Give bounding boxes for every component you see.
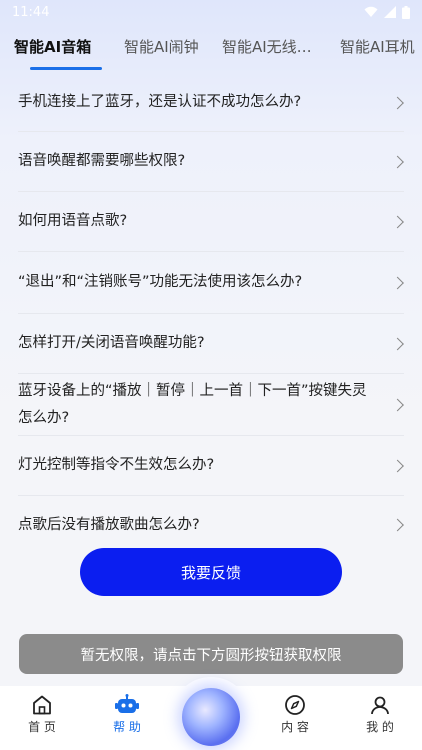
user-icon [371,696,389,715]
chevron-right-icon [391,215,404,228]
faq-list: 手机连接上了蓝牙，还是认证不成功怎么办? 语音唤醒都需要哪些权限? 如何用语音点… [0,74,422,554]
chevron-right-icon [391,398,404,411]
voice-assistant-button[interactable] [182,688,240,746]
status-icons [364,5,410,19]
signal-icon [384,6,396,18]
feedback-button[interactable]: 我要反馈 [80,548,342,596]
tab-smart-wireless[interactable]: 智能AI无线… [222,30,334,57]
tab-smart-earphone[interactable]: 智能AI耳机 [340,30,415,57]
compass-icon [285,695,305,715]
nav-help[interactable]: 帮 助 [97,694,157,735]
chevron-right-icon [391,518,404,532]
tab-label: 智能AI无线… [222,38,312,56]
status-bar: 11:44 [0,0,422,24]
home-icon [33,695,51,715]
tab-label: 智能AI音箱 [14,38,92,56]
tab-smart-alarm[interactable]: 智能AI闹钟 [124,30,222,57]
tab-smart-speaker[interactable]: 智能AI音箱 [14,30,118,70]
faq-question: 点歌后没有播放歌曲怎么办? [18,516,200,533]
nav-label: 内 容 [281,720,309,734]
chevron-right-icon [391,276,404,289]
faq-item[interactable]: 手机连接上了蓝牙，还是认证不成功怎么办? [18,74,404,132]
category-tabs: 智能AI音箱 智能AI闹钟 智能AI无线… 智能AI耳机 [0,30,422,76]
faq-question: 蓝牙设备上的“播放｜暂停｜上一首｜下一首”按键失灵怎么办? [18,382,367,426]
faq-item[interactable]: 如何用语音点歌? [18,192,404,252]
faq-question: 如何用语音点歌? [18,213,128,229]
faq-item[interactable]: “退出”和“注销账号”功能无法使用该怎么办? [18,252,404,314]
faq-item[interactable]: 灯光控制等指令不生效怎么办? [18,436,404,496]
faq-item[interactable]: 蓝牙设备上的“播放｜暂停｜上一首｜下一首”按键失灵怎么办? [18,374,404,436]
nav-mine[interactable]: 我 的 [350,694,410,735]
robot-icon [115,694,139,713]
nav-home[interactable]: 首 页 [12,694,72,735]
tab-label: 智能AI闹钟 [124,38,199,56]
tab-label: 智能AI耳机 [340,38,415,56]
faq-question: 语音唤醒都需要哪些权限? [18,153,186,169]
faq-question: 灯光控制等指令不生效怎么办? [18,457,215,473]
faq-item[interactable]: 点歌后没有播放歌曲怎么办? [18,496,404,554]
wifi-icon [364,6,378,17]
chevron-right-icon [391,155,404,168]
battery-icon [402,5,410,19]
nav-content[interactable]: 内 容 [265,694,325,735]
nav-label: 首 页 [28,720,56,734]
chevron-right-icon [391,96,404,109]
faq-item[interactable]: 语音唤醒都需要哪些权限? [18,132,404,192]
faq-question: 怎样打开/关闭语音唤醒功能? [18,335,205,351]
faq-item[interactable]: 怎样打开/关闭语音唤醒功能? [18,314,404,374]
chevron-right-icon [391,337,404,350]
nav-label: 我 的 [366,720,394,734]
faq-question: “退出”和“注销账号”功能无法使用该怎么办? [18,274,303,290]
permission-notice: 暂无权限，请点击下方圆形按钮获取权限 [19,634,403,674]
active-tab-indicator [30,67,102,70]
chevron-right-icon [391,459,404,472]
nav-label: 帮 助 [113,720,141,734]
faq-question: 手机连接上了蓝牙，还是认证不成功怎么办? [18,94,302,110]
status-time: 11:44 [12,4,50,20]
